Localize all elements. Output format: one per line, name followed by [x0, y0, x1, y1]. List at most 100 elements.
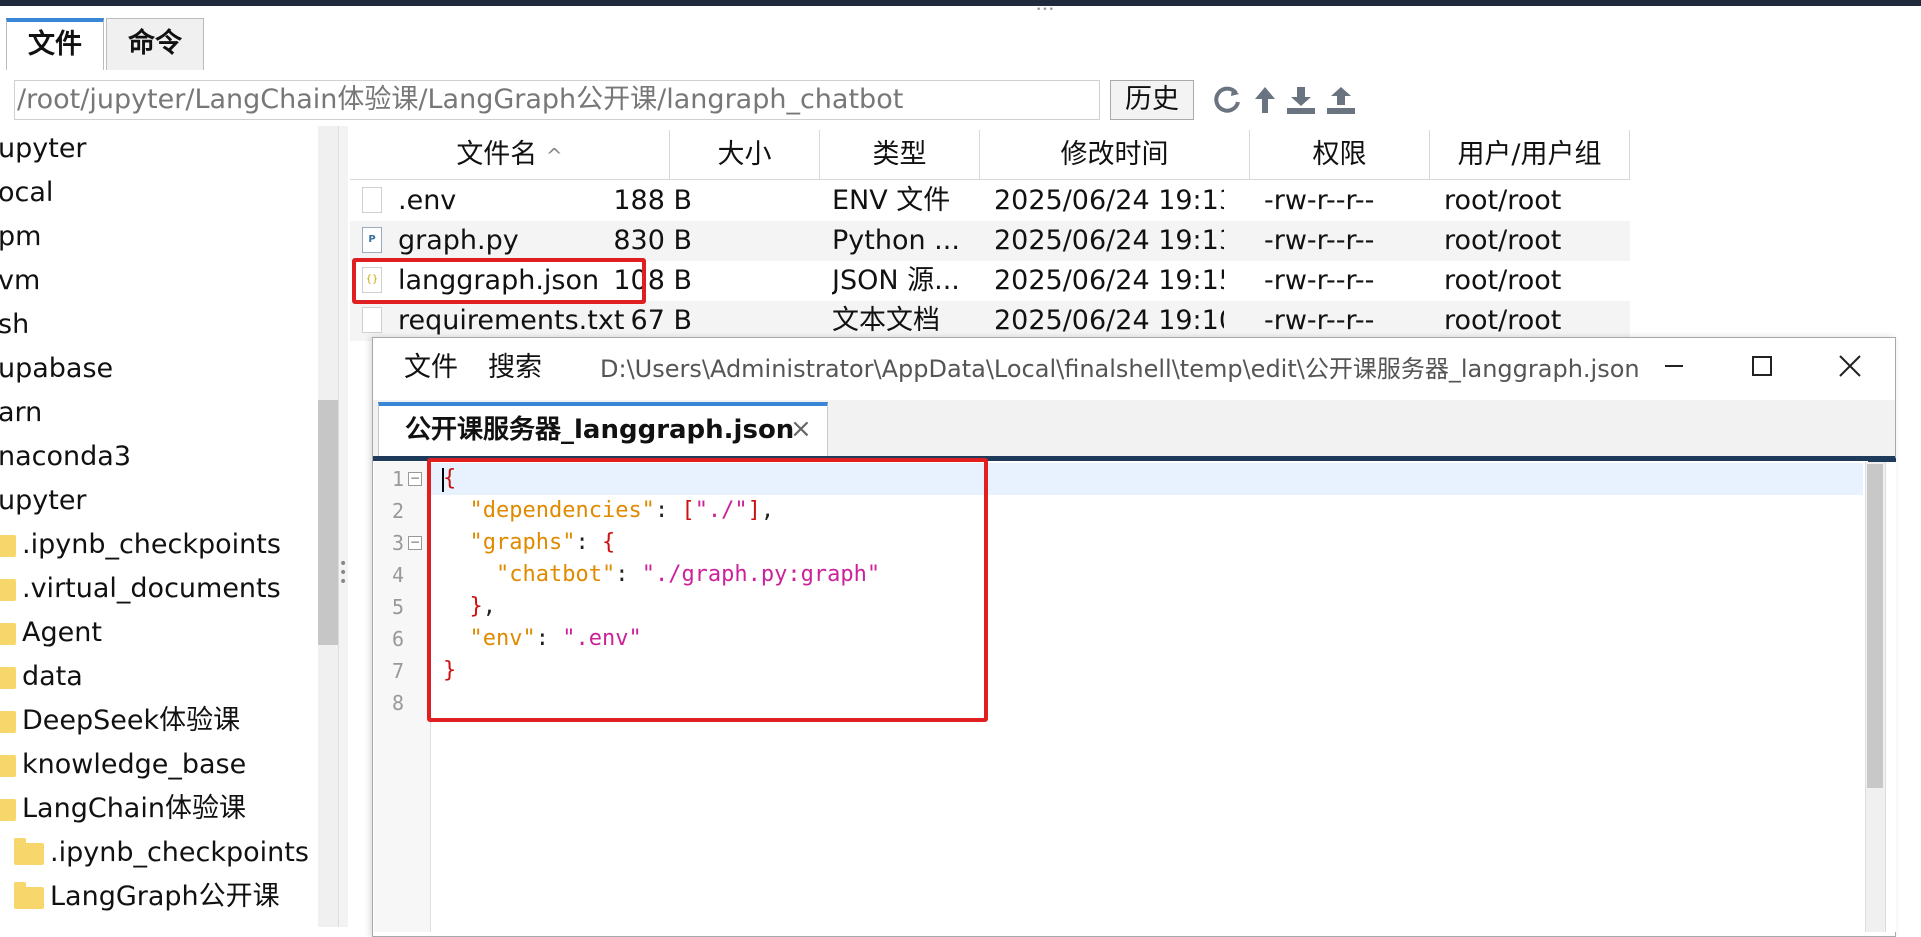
file-permissions: -rw-r--r--	[1264, 185, 1375, 216]
close-button[interactable]	[1822, 346, 1878, 386]
tree-item-label: data	[22, 661, 83, 692]
editor-menu-file[interactable]: 文件	[404, 350, 458, 386]
tree-item[interactable]: pm	[0, 215, 41, 259]
folder-icon	[0, 710, 16, 733]
file-owner: root/root	[1444, 265, 1562, 296]
folder-icon	[0, 534, 16, 557]
folder-icon	[0, 622, 16, 645]
drag-grip-icon[interactable]: •••	[1036, 6, 1060, 15]
column-header-modified[interactable]: 修改时间	[980, 130, 1250, 180]
tree-item-label: upabase	[0, 353, 114, 384]
tree-item-label: LangChain体验课	[22, 793, 246, 824]
download-icon[interactable]	[1284, 82, 1318, 118]
tree-item[interactable]: LangGraph公开课	[14, 875, 280, 919]
tab-close-icon[interactable]: ×	[790, 416, 812, 442]
fold-toggle-icon[interactable]: −	[408, 536, 422, 550]
python-file-icon: P	[362, 227, 382, 253]
file-type: JSON 源...	[832, 265, 960, 296]
up-arrow-icon[interactable]	[1248, 82, 1282, 118]
tree-item-label: .ipynb_checkpoints	[50, 837, 309, 868]
highlight-box-code	[427, 458, 988, 722]
editor-menu-search[interactable]: 搜索	[488, 350, 542, 386]
file-row[interactable]: requirements.txt 67 B 文本文档 2025/06/24 19:10…	[350, 301, 1630, 341]
column-header-owner[interactable]: 用户/用户组	[1430, 130, 1630, 180]
file-type: ENV 文件	[832, 185, 951, 216]
upload-icon[interactable]	[1324, 82, 1358, 118]
file-row[interactable]: Pgraph.py 830 B Python ... 2025/06/24 19:13…	[350, 221, 1630, 261]
editor-scrollbar-thumb[interactable]	[1867, 464, 1883, 788]
column-header-name[interactable]: 文件名 ^	[350, 130, 670, 180]
file-owner: root/root	[1444, 225, 1562, 256]
file-permissions: -rw-r--r--	[1264, 305, 1375, 336]
sort-ascending-icon: ^	[545, 144, 563, 168]
maximize-button[interactable]	[1734, 346, 1790, 386]
tree-item[interactable]: vm	[0, 259, 40, 303]
tree-item-label: naconda3	[0, 441, 131, 472]
fold-toggle-icon[interactable]: −	[408, 472, 422, 486]
tree-item-label: Agent	[22, 617, 102, 648]
tree-item[interactable]: upyter	[0, 479, 87, 523]
editor-tab-file[interactable]: 公开课服务器_langgraph.json	[378, 402, 828, 456]
tab-files[interactable]: 文件	[6, 18, 104, 72]
file-modified: 2025/06/24 19:10	[994, 305, 1224, 336]
tree-item-label: .ipynb_checkpoints	[22, 529, 281, 560]
minimize-icon	[1665, 365, 1683, 367]
folder-icon	[0, 578, 16, 601]
tree-item[interactable]: upabase	[0, 347, 113, 391]
tree-scrollbar-thumb[interactable]	[318, 400, 338, 645]
tree-item-label: sh	[0, 309, 30, 340]
minimize-button[interactable]	[1646, 346, 1702, 386]
file-permissions: -rw-r--r--	[1264, 265, 1375, 296]
column-header-type[interactable]: 类型	[820, 130, 980, 180]
line-number: 1	[391, 467, 404, 491]
tab-commands[interactable]: 命令	[106, 18, 204, 70]
tree-item[interactable]: data	[0, 655, 83, 699]
file-modified: 2025/06/24 19:13	[994, 185, 1224, 216]
tree-item-label: ocal	[0, 177, 54, 208]
editor-right-edge	[1885, 462, 1896, 932]
line-number: 7	[391, 659, 404, 683]
tree-item[interactable]: upyter	[0, 127, 87, 171]
maximize-icon	[1752, 356, 1772, 376]
tree-item[interactable]: .ipynb_checkpoints	[14, 831, 309, 875]
tree-item[interactable]: ocal	[0, 171, 53, 215]
tree-item[interactable]: .virtual_documents	[0, 567, 281, 611]
tree-item[interactable]: arn	[0, 391, 42, 435]
close-icon	[1839, 355, 1861, 377]
splitter-grip-icon[interactable]: • • •	[339, 557, 347, 589]
refresh-icon[interactable]	[1210, 82, 1244, 118]
tree-item-label: .virtual_documents	[22, 573, 281, 604]
folder-icon	[14, 837, 44, 865]
file-icon	[362, 187, 382, 213]
tree-item[interactable]: Agent	[0, 611, 102, 655]
tree-item[interactable]: DeepSeek体验课	[0, 699, 240, 743]
tree-item[interactable]: LangChain体验课	[0, 787, 246, 831]
line-number: 4	[391, 563, 404, 587]
file-permissions: -rw-r--r--	[1264, 225, 1375, 256]
column-header-size[interactable]: 大小	[670, 130, 820, 180]
tree-item[interactable]: .ipynb_checkpoints	[0, 523, 281, 567]
tree-item[interactable]: knowledge_base	[0, 743, 246, 787]
tree-item-label: arn	[0, 397, 43, 428]
line-number: 8	[391, 691, 404, 715]
tree-item-label: upyter	[0, 133, 87, 164]
folder-icon	[0, 754, 16, 777]
file-row[interactable]: .env 188 B ENV 文件 2025/06/24 19:13 -rw-r--r-…	[350, 181, 1630, 221]
file-owner: root/root	[1444, 305, 1562, 336]
line-number: 3	[391, 531, 404, 555]
file-type: Python ...	[832, 225, 960, 256]
path-input[interactable]: /root/jupyter/LangChain体验课/LangGraph公开课/…	[14, 80, 1100, 120]
directory-tree: upyter ocal pm vm sh upabase arn naconda3 upyter…	[0, 126, 318, 927]
line-number: 6	[391, 627, 404, 651]
folder-icon	[0, 666, 16, 689]
tree-item[interactable]: naconda3	[0, 435, 131, 479]
tree-item[interactable]: sh	[0, 303, 29, 347]
tree-item-label: knowledge_base	[22, 749, 247, 780]
file-modified: 2025/06/24 19:15	[994, 265, 1224, 296]
file-size: 67 B	[630, 305, 692, 336]
file-modified: 2025/06/24 19:13	[994, 225, 1224, 256]
file-owner: root/root	[1444, 185, 1562, 216]
column-header-permissions[interactable]: 权限	[1250, 130, 1430, 180]
history-button[interactable]: 历史	[1110, 80, 1194, 120]
tree-item-label: DeepSeek体验课	[22, 705, 241, 736]
